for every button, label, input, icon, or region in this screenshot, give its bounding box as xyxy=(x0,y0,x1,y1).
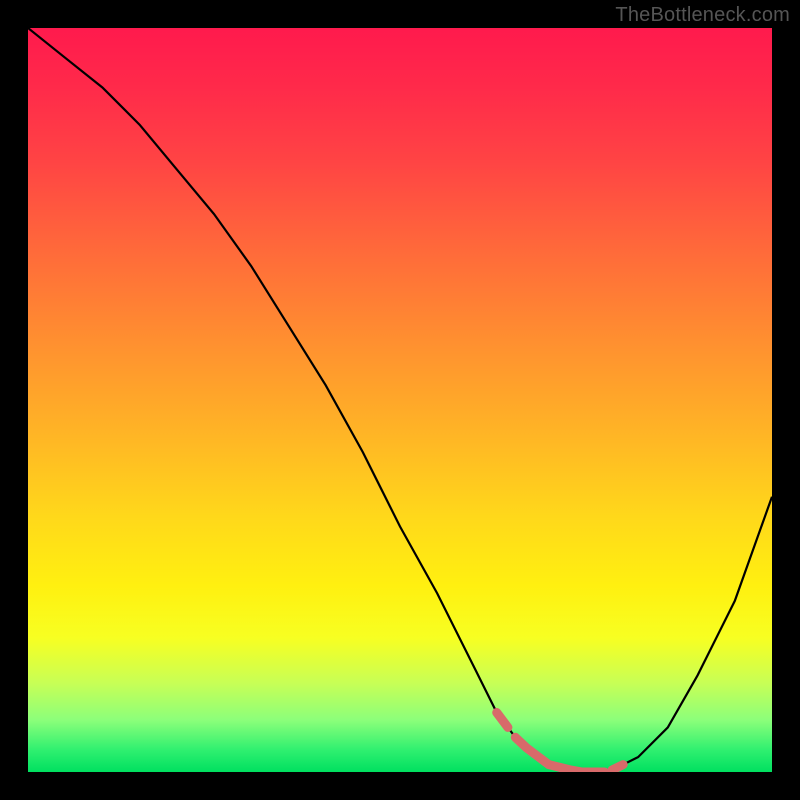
plot-area xyxy=(28,28,772,772)
watermark-text: TheBottleneck.com xyxy=(615,4,790,27)
highlight-left-dot xyxy=(497,713,508,728)
curve-svg xyxy=(28,28,772,772)
chart-frame: TheBottleneck.com xyxy=(0,0,800,800)
highlight-floor xyxy=(515,737,604,772)
highlight-right-dot xyxy=(612,765,623,771)
bottleneck-curve xyxy=(28,28,772,772)
